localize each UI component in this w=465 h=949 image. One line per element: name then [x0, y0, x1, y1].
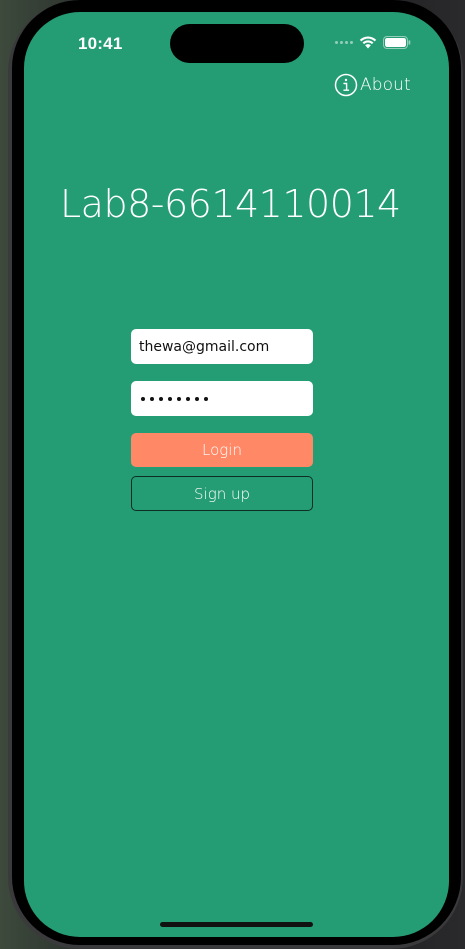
login-button[interactable]: Login: [131, 433, 313, 467]
status-icons: [335, 36, 411, 49]
signup-button[interactable]: Sign up: [131, 476, 313, 511]
password-mask: [139, 396, 208, 401]
about-button[interactable]: About: [334, 73, 411, 97]
password-dot: [195, 396, 199, 401]
cellular-signal-icon: [335, 41, 353, 44]
app-title: Lab8-6614110014: [60, 182, 401, 226]
wifi-icon: [359, 36, 377, 49]
email-value: thewa@gmail.com: [139, 338, 270, 355]
password-dot: [177, 396, 181, 401]
home-indicator[interactable]: [160, 922, 313, 927]
battery-icon: [383, 36, 411, 49]
password-dot: [204, 396, 208, 401]
status-time: 10:41: [78, 34, 123, 53]
password-field[interactable]: [131, 381, 313, 416]
password-dot: [141, 396, 145, 401]
email-field[interactable]: thewa@gmail.com: [131, 329, 313, 364]
password-dot: [186, 396, 190, 401]
password-dot: [150, 396, 154, 401]
app-screen: 10:41 About Lab8-6614110014 thewa@gmail.…: [24, 12, 449, 937]
dynamic-island: [170, 24, 304, 63]
password-dot: [159, 396, 163, 401]
info-circle-icon: [334, 73, 358, 97]
password-dot: [168, 396, 172, 401]
about-label: About: [360, 75, 411, 95]
